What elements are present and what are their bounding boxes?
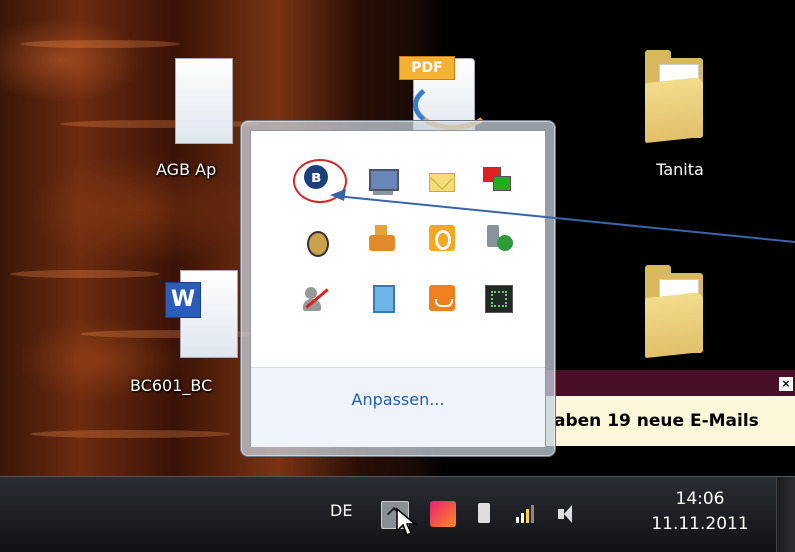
usb-safe-remove-icon[interactable] xyxy=(483,223,513,253)
display-icon[interactable] xyxy=(367,283,397,313)
document-icon xyxy=(175,58,233,144)
mail-icon[interactable] xyxy=(427,167,457,199)
safe-remove-tray-icon[interactable] xyxy=(472,501,498,527)
network-status-icon[interactable] xyxy=(483,167,513,197)
tray-overflow-popup: ʙ Anpassen... xyxy=(240,120,556,457)
desktop-icon-label: BC601_BC xyxy=(130,376,213,395)
tray-overflow-panel: ʙ Anpassen... xyxy=(250,130,546,447)
folder-icon xyxy=(645,265,703,359)
folder-icon xyxy=(645,50,703,144)
wallpaper-streak xyxy=(30,430,230,438)
pdf-badge: PDF xyxy=(399,56,455,80)
clock-date: 11.11.2011 xyxy=(651,514,749,534)
bug-icon[interactable] xyxy=(301,225,331,257)
notification-titlebar: × xyxy=(540,370,795,396)
weight-icon[interactable] xyxy=(367,223,397,253)
graphics-icon[interactable] xyxy=(483,283,513,313)
notification-balloon[interactable]: × aben 19 neue E-Mails xyxy=(540,370,795,446)
people-icon[interactable] xyxy=(301,285,331,315)
clock-time: 14:06 xyxy=(675,489,725,509)
bluetooth-icon[interactable]: ʙ xyxy=(302,163,332,193)
clock[interactable]: 14:06 11.11.2011 xyxy=(645,487,755,537)
wallpaper-streak xyxy=(10,270,160,278)
mouse-cursor-icon xyxy=(396,507,418,537)
java-icon[interactable] xyxy=(427,283,457,313)
wallpaper-streak xyxy=(20,40,180,48)
customize-area: Anpassen... xyxy=(251,367,545,447)
customize-link[interactable]: Anpassen... xyxy=(251,390,545,409)
word-icon: W xyxy=(165,282,201,318)
close-icon[interactable]: × xyxy=(779,377,793,391)
volume-icon[interactable] xyxy=(554,501,580,527)
taskbar: DE 14:06 11.11.2011 xyxy=(0,476,795,552)
desktop-icon-label: Tanita xyxy=(656,160,704,179)
show-desktop-button[interactable] xyxy=(776,477,795,552)
notification-text[interactable]: aben 19 neue E-Mails xyxy=(540,396,795,446)
network-tray-icon[interactable] xyxy=(510,501,536,527)
office-icon[interactable] xyxy=(427,223,457,253)
tray-icon-grid: ʙ xyxy=(269,143,529,353)
network-monitor-icon[interactable] xyxy=(367,167,399,197)
language-indicator[interactable]: DE xyxy=(330,501,352,520)
app-tray-icon[interactable] xyxy=(430,501,456,527)
